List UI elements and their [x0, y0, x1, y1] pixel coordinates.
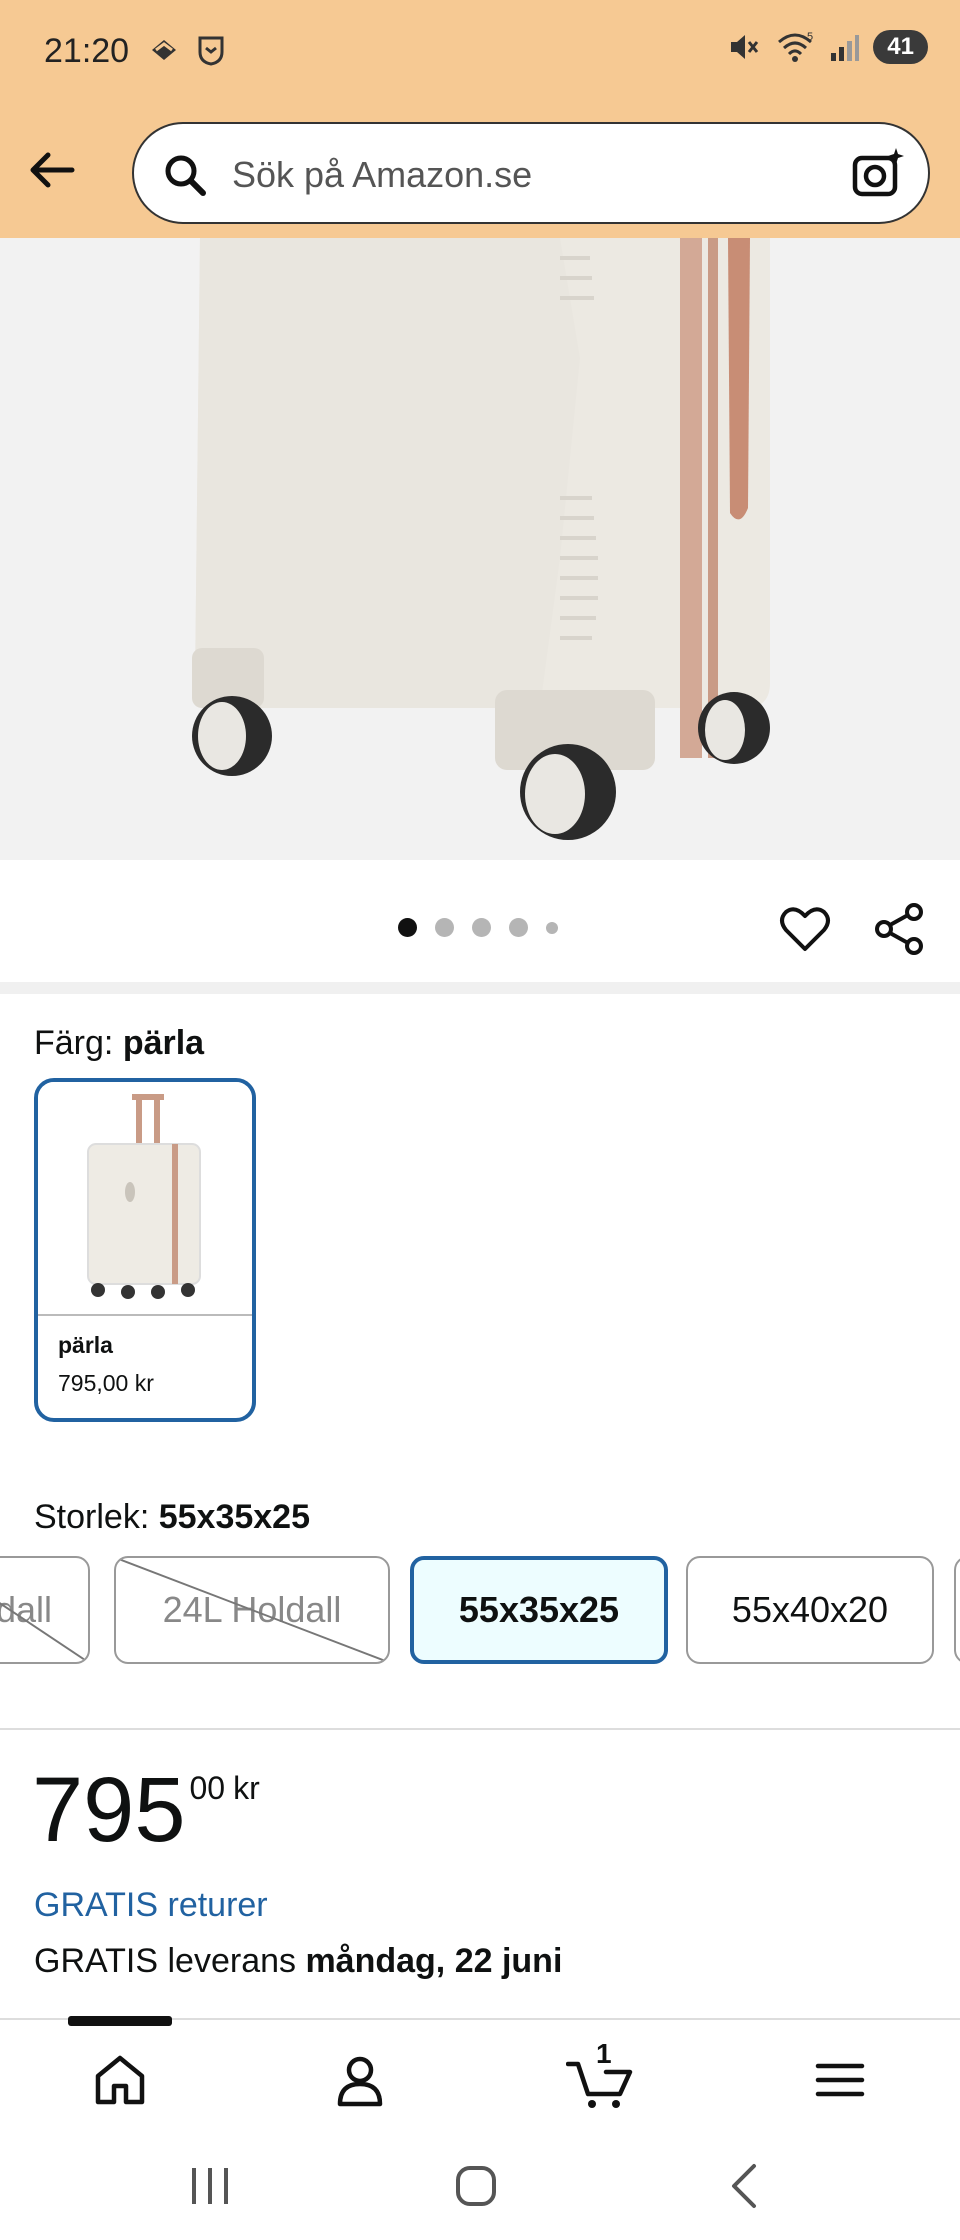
swatch-divider	[38, 1314, 252, 1316]
product-image[interactable]	[0, 238, 960, 860]
size-option-label: 55x35x25	[458, 1589, 620, 1630]
recent-apps-icon[interactable]	[180, 2158, 240, 2214]
signal-icon	[831, 35, 860, 61]
size-option-55x40x20[interactable]: 55x40x20	[686, 1556, 934, 1664]
search-input[interactable]: Sök på Amazon.se	[132, 122, 930, 224]
carousel-dot[interactable]	[546, 921, 558, 934]
carousel-dot[interactable]	[509, 918, 528, 937]
cart-count: 1	[596, 2038, 612, 2069]
home-icon[interactable]	[90, 2050, 150, 2110]
size-option-next-partial[interactable]	[954, 1556, 960, 1664]
camera-search-icon[interactable]	[850, 146, 906, 202]
layers-icon	[152, 40, 176, 60]
color-label-prefix: Färg:	[34, 1024, 123, 1062]
free-returns-link[interactable]: GRATIS returer	[34, 1886, 268, 1925]
home-button-icon[interactable]	[446, 2158, 506, 2214]
wifi-icon: 5	[778, 31, 813, 62]
size-label: Storlek: 55x35x25	[34, 1498, 310, 1537]
suitcase-image	[0, 238, 960, 860]
color-swatch-parla[interactable]: pärla 795,00 kr	[34, 1078, 256, 1422]
search-icon	[165, 155, 206, 196]
back-arrow-icon[interactable]	[24, 142, 80, 198]
search-placeholder: Sök på Amazon.se	[232, 154, 533, 195]
battery-indicator: 41	[873, 30, 928, 64]
carousel-dot[interactable]	[435, 918, 454, 937]
bottom-nav: 1	[0, 2016, 960, 2130]
menu-icon[interactable]	[810, 2050, 870, 2110]
size-value: 55x35x25	[158, 1498, 310, 1536]
price-whole: 795	[32, 1759, 186, 1861]
size-option-24l-holdall[interactable]: 24L Holdall	[114, 1556, 390, 1664]
gallery-controls	[0, 860, 960, 984]
delivery-prefix: GRATIS leverans	[34, 1942, 306, 1980]
size-option-55x35x25[interactable]: 55x35x25	[410, 1556, 668, 1664]
swatch-name: pärla	[58, 1332, 113, 1358]
back-button-icon[interactable]	[716, 2158, 776, 2214]
status-time: 21:20	[44, 32, 130, 70]
mute-icon	[731, 35, 759, 59]
product-price: 795 00 kr	[32, 1762, 260, 1858]
heart-icon[interactable]	[778, 902, 832, 956]
carousel-dot[interactable]	[472, 918, 491, 937]
suitcase-thumbnail	[38, 1082, 252, 1314]
size-options: dall 24L Holdall 55x35x25 55x40x20	[0, 1556, 960, 1666]
account-icon[interactable]	[330, 2050, 390, 2110]
color-label: Färg: pärla	[34, 1024, 204, 1063]
section-divider	[0, 982, 960, 994]
size-option-holdall-partial[interactable]: dall	[0, 1556, 90, 1664]
delivery-info: GRATIS leverans måndag, 22 juni	[34, 1942, 562, 1981]
system-nav-bar	[0, 2130, 960, 2240]
price-currency: kr	[233, 1770, 260, 1806]
swatch-price: 795,00 kr	[58, 1370, 154, 1396]
search-header: Sök på Amazon.se	[0, 112, 960, 238]
wifi-badge: 5	[807, 31, 813, 43]
strikethrough-line	[116, 1558, 388, 1662]
share-icon[interactable]	[872, 902, 926, 956]
section-divider	[0, 1728, 960, 1730]
strikethrough-line	[0, 1602, 88, 1662]
active-tab-indicator	[68, 2016, 172, 2026]
carousel-dot[interactable]	[398, 918, 417, 937]
shield-icon	[198, 36, 224, 66]
size-option-label: 55x40x20	[731, 1589, 889, 1630]
delivery-date: måndag, 22 juni	[305, 1942, 563, 1980]
carousel-dots[interactable]	[398, 918, 558, 937]
color-value: pärla	[122, 1024, 205, 1062]
status-bar: 21:20 5 41	[0, 0, 960, 112]
price-fraction: 00	[189, 1770, 226, 1806]
size-label-prefix: Storlek:	[34, 1498, 159, 1536]
